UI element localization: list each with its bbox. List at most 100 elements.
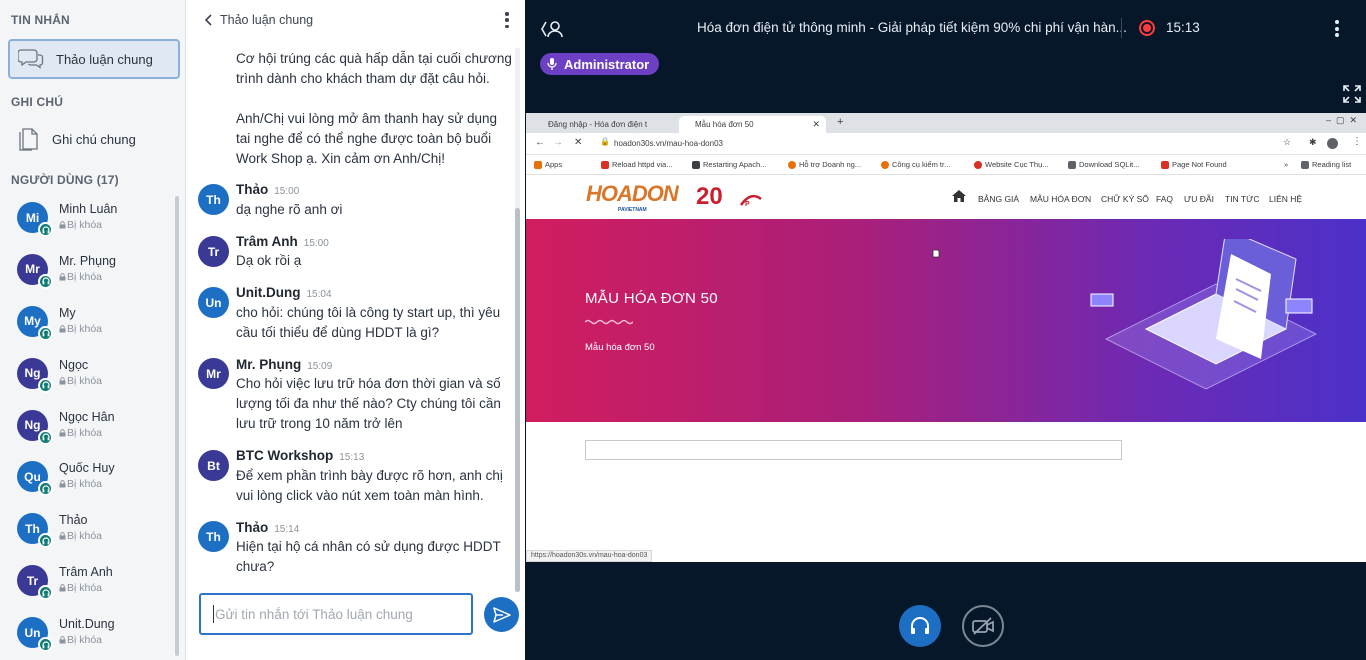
bookmark-item[interactable]: Restarting Apach...: [692, 160, 766, 169]
user-list-scrollbar[interactable]: [175, 196, 179, 656]
nav-faq[interactable]: FAQ: [1156, 194, 1173, 204]
bookmark-item[interactable]: Website Cục Thụ...: [974, 160, 1049, 169]
headphones-icon: [38, 325, 53, 341]
chat-options-icon[interactable]: [505, 12, 509, 28]
shared-notes-item[interactable]: Ghi chú chung: [8, 120, 180, 158]
chevron-left-icon[interactable]: [204, 14, 214, 26]
browser-url[interactable]: hoadon30s.vn/mau-hoa-don03: [614, 139, 723, 148]
message-time: 15:13: [339, 452, 365, 463]
back-arrow-icon[interactable]: ←: [535, 137, 545, 148]
pa-logo-icon: P: [739, 194, 762, 207]
message-author: Unit.Dung 15:04: [236, 285, 332, 300]
public-chat-item[interactable]: Thảo luận chung: [8, 39, 180, 79]
avatar: Th: [198, 184, 229, 215]
nav-digital-signature[interactable]: CHỮ KÝ SỐ: [1101, 194, 1149, 204]
options-menu-icon[interactable]: [1335, 20, 1339, 37]
share-webcam-button[interactable]: [962, 605, 1004, 647]
user-list-item[interactable]: Mi Minh Luân Bị khóa: [0, 196, 176, 248]
browser-menu-icon[interactable]: ⋮: [1352, 136, 1362, 147]
user-list-item[interactable]: Qu Quốc Huy Bị khóa: [0, 455, 176, 507]
user-name: My: [59, 305, 76, 320]
chat-scrollbar-thumb[interactable]: [515, 208, 520, 592]
user-name: Ngọc: [59, 357, 89, 372]
hero-banner: MẪU HÓA ĐƠN 50 Mẫu hóa đơn 50: [526, 219, 1366, 422]
lock-icon: [59, 221, 66, 229]
conference-app: TIN NHẮN Thảo luận chung GHI CHÚ Ghi chú…: [0, 0, 1366, 660]
headphones-icon: [38, 429, 53, 445]
chat-bubbles-icon: [18, 49, 44, 69]
bookmark-item[interactable]: Apps: [534, 160, 562, 169]
user-list-item[interactable]: Ng Ngọc Bị khóa: [0, 352, 176, 404]
hero-title: MẪU HÓA ĐƠN 50: [585, 290, 718, 307]
message-time: 15:00: [303, 238, 329, 249]
browser-tab[interactable]: Đăng nhập - Hóa đơn điện t: [532, 116, 678, 133]
bookmark-star-icon[interactable]: ☆: [1283, 137, 1291, 148]
bookmark-item[interactable]: Công cụ kiểm tr...: [881, 160, 950, 169]
headphones-icon: [911, 617, 929, 634]
bookmark-label: Reading list: [1312, 160, 1352, 169]
invoice-laptop-illustration: [1090, 239, 1318, 390]
avatar: Mr: [198, 358, 229, 389]
window-controls[interactable]: – ▢ ✕: [1326, 115, 1357, 126]
nav-invoice-templates[interactable]: MẪU HÓA ĐƠN: [1030, 194, 1091, 204]
message-text: Để xem phần trình bày được rõ hơn, anh c…: [236, 468, 503, 503]
nav-offers[interactable]: ƯU ĐÃI: [1184, 194, 1214, 204]
headphones-icon: [38, 222, 53, 237]
bookmark-item[interactable]: Download SQLit...: [1068, 160, 1139, 169]
message-text: dạ nghe rõ anh ơi: [236, 202, 343, 217]
site-search-input[interactable]: [585, 440, 1122, 460]
recording-time: 15:13: [1166, 20, 1200, 35]
send-icon: [492, 606, 511, 623]
bookmark-item[interactable]: Reload httpd via...: [601, 160, 672, 169]
lock-icon: [59, 584, 66, 592]
user-status: Bị khóa: [59, 271, 102, 283]
welcome-message: Cơ hội trúng các quà hấp dẫn tại cuối ch…: [236, 51, 512, 86]
site-logo[interactable]: HOADON: [586, 181, 679, 207]
audio-button[interactable]: [899, 605, 941, 647]
user-list-item[interactable]: Th Thảo Bị khóa: [0, 507, 176, 559]
recording-indicator-icon[interactable]: [1139, 20, 1155, 36]
lock-icon: [59, 428, 66, 437]
user-name: Quốc Huy: [59, 461, 115, 476]
text-caret: [213, 605, 214, 623]
send-message-button[interactable]: [484, 597, 519, 632]
home-icon[interactable]: [952, 190, 966, 202]
chat-message-input[interactable]: [215, 606, 455, 622]
user-status-text: Bị khóa: [67, 270, 103, 283]
nav-contact[interactable]: LIÊN HỆ: [1269, 194, 1302, 204]
user-list-item[interactable]: My My Bị khóa: [0, 300, 176, 352]
notes-section-title: GHI CHÚ: [11, 95, 64, 109]
fullscreen-icon[interactable]: [1343, 85, 1361, 103]
user-status: Bị khóa: [59, 478, 102, 490]
bookmark-item[interactable]: Hỗ trợ Doanh ng...: [788, 160, 861, 169]
user-list-item[interactable]: Mr Mr. Phụng Bị khóa: [0, 248, 176, 300]
user-list-item[interactable]: Ng Ngọc Hân Bị khóa: [0, 404, 176, 456]
chat-scrollbar[interactable]: [515, 48, 520, 592]
chevron-right-icon[interactable]: »: [1284, 160, 1288, 169]
presenter-name: Administrator: [564, 56, 650, 72]
chat-message-box[interactable]: [199, 593, 473, 635]
message-text: Cho hỏi việc lưu trữ hóa đơn thời gian v…: [236, 376, 501, 431]
nav-news[interactable]: TIN TỨC: [1225, 194, 1260, 204]
nav-pricing[interactable]: BẢNG GIÁ: [978, 194, 1019, 204]
user-list-item[interactable]: Tr Trâm Anh Bị khóa: [0, 559, 176, 611]
browser-tab-bar: Đăng nhập - Hóa đơn điện t Mẫu hóa đơn 5…: [526, 113, 1366, 133]
new-tab-icon[interactable]: +: [837, 116, 843, 128]
bookmark-label: Download SQLit...: [1079, 160, 1140, 169]
user-list: Mi Minh Luân Bị khóa Mr Mr. Phụng Bị khó…: [0, 196, 176, 660]
chat-title[interactable]: Thảo luận chung: [220, 13, 313, 27]
reading-list-item[interactable]: Reading list: [1301, 160, 1351, 169]
forward-arrow-icon[interactable]: →: [553, 137, 563, 148]
profile-avatar[interactable]: [1327, 138, 1338, 149]
user-status: Bị khóa: [59, 427, 102, 439]
browser-tab-active[interactable]: Mẫu hóa đơn 50 ✕: [679, 116, 826, 133]
stop-loading-icon[interactable]: ✕: [574, 137, 582, 148]
headphones-icon: [38, 377, 53, 393]
bookmark-item[interactable]: Page Not Found: [1161, 160, 1227, 169]
user-list-toggle-icon[interactable]: [541, 19, 567, 39]
message-author: Thảo 15:00: [236, 182, 299, 197]
extensions-icon[interactable]: ✱: [1309, 137, 1317, 148]
user-list-item[interactable]: Un Unit.Dung Bị khóa: [0, 611, 176, 660]
close-icon[interactable]: ✕: [812, 119, 820, 130]
user-status: Bị khóa: [59, 582, 102, 594]
